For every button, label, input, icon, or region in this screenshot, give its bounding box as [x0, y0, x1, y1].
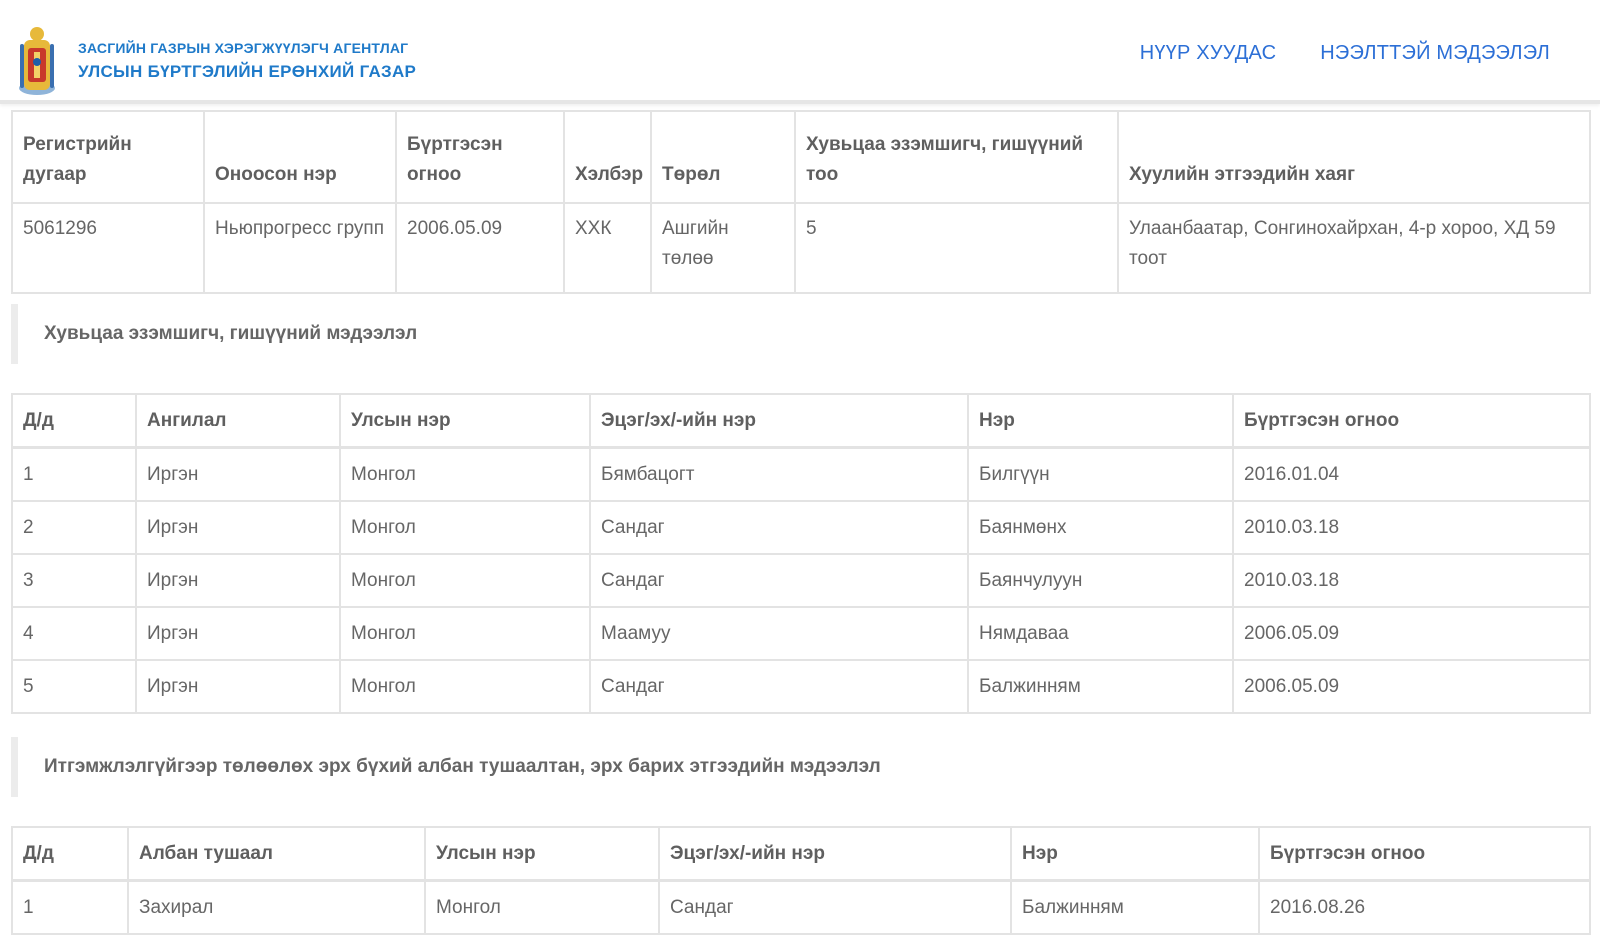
- table-cell: Иргэн: [135, 500, 341, 555]
- table-cell: Монгол: [339, 659, 591, 714]
- column-header: Нэр: [967, 393, 1234, 449]
- agency-line-1: ЗАСГИЙН ГАЗРЫН ХЭРЭГЖҮҮЛЭГЧ АГЕНТЛАГ: [78, 40, 409, 56]
- table-cell: 5061296: [11, 202, 205, 294]
- table-cell: 5: [11, 659, 137, 714]
- column-header: Д/д: [11, 826, 129, 882]
- table-header-row: Регистрийн дугаар Оноосон нэр Бүртгэсэн …: [11, 110, 1591, 204]
- agency-line-2: УЛСЫН БҮРТГЭЛИЙН ЕРӨНХИЙ ГАЗАР: [78, 62, 417, 81]
- table-cell: 2: [11, 500, 137, 555]
- table-cell: Сандаг: [658, 879, 1012, 935]
- table-row: 1 Иргэн Монгол Бямбацогт Билгүүн 2016.01…: [11, 446, 1591, 502]
- column-header: Улсын нэр: [339, 393, 591, 449]
- nav-open-data-link[interactable]: НЭЭЛТТЭЙ МЭДЭЭЛЭЛ: [1320, 42, 1550, 65]
- column-header: Нэр: [1010, 826, 1260, 882]
- table-cell: Монгол: [339, 606, 591, 661]
- agency-name: ЗАСГИЙН ГАЗРЫН ХЭРЭГЖҮҮЛЭГЧ АГЕНТЛАГ УЛС…: [78, 40, 416, 82]
- table-cell: Балжинням: [967, 659, 1234, 714]
- table-row: 2 Иргэн Монгол Сандаг Баянмөнх 2010.03.1…: [11, 500, 1591, 555]
- officials-table: Д/д Албан тушаал Улсын нэр Эцэг/эх/-ийн …: [11, 826, 1591, 935]
- table-cell: 2010.03.18: [1232, 500, 1591, 555]
- table-row: 4 Иргэн Монгол Маамуу Нямдаваа 2006.05.0…: [11, 606, 1591, 661]
- column-header: Албан тушаал: [127, 826, 426, 882]
- column-header: Бүртгэсэн огноо: [1232, 393, 1591, 449]
- column-header: Бүртгэсэн огноо: [395, 110, 565, 204]
- table-cell: Сандаг: [589, 553, 969, 608]
- table-cell: 2010.03.18: [1232, 553, 1591, 608]
- table-cell: Иргэн: [135, 659, 341, 714]
- table-header-row: Д/д Албан тушаал Улсын нэр Эцэг/эх/-ийн …: [11, 826, 1591, 882]
- table-cell: 2006.05.09: [1232, 606, 1591, 661]
- table-cell: 2006.05.09: [395, 202, 565, 294]
- table-cell: Сандаг: [589, 659, 969, 714]
- section-title-officials: Итгэмжлэлгүйгээр төлөөлөх эрх бүхий алба…: [11, 737, 1244, 797]
- table-cell: 2016.08.26: [1258, 879, 1591, 935]
- table-cell: Маамуу: [589, 606, 969, 661]
- column-header: Ангилал: [135, 393, 341, 449]
- table-cell: Монгол: [424, 879, 660, 935]
- table-cell: Сандаг: [589, 500, 969, 555]
- table-cell: ХХК: [563, 202, 652, 294]
- nav-home-link[interactable]: НҮҮР ХУУДАС: [1140, 42, 1277, 65]
- soyombo-emblem-logo[interactable]: [14, 22, 60, 98]
- table-cell: Иргэн: [135, 553, 341, 608]
- column-header: Регистрийн дугаар: [11, 110, 205, 204]
- table-cell: Ньюпрогресс групп: [203, 202, 397, 294]
- column-header: Бүртгэсэн огноо: [1258, 826, 1591, 882]
- column-header: Эцэг/эх/-ийн нэр: [658, 826, 1012, 882]
- table-cell: Монгол: [339, 446, 591, 502]
- table-row: 3 Иргэн Монгол Сандаг Баянчулуун 2010.03…: [11, 553, 1591, 608]
- main-nav: НҮҮР ХУУДАС НЭЭЛТТЭЙ МЭДЭЭЛЭЛ: [1140, 42, 1550, 65]
- table-cell: Монгол: [339, 553, 591, 608]
- column-header: Хуулийн этгээдийн хаяг: [1117, 110, 1591, 204]
- column-header: Улсын нэр: [424, 826, 660, 882]
- table-cell: Улаанбаатар, Сонгинохайрхан, 4-р хороо, …: [1117, 202, 1591, 294]
- table-cell: 2006.05.09: [1232, 659, 1591, 714]
- table-cell: Иргэн: [135, 446, 341, 502]
- table-cell: Баянмөнх: [967, 500, 1234, 555]
- table-cell: 2016.01.04: [1232, 446, 1591, 502]
- table-cell: Билгүүн: [967, 446, 1234, 502]
- table-row: 5061296 Ньюпрогресс групп 2006.05.09 ХХК…: [11, 202, 1591, 294]
- column-header: Эцэг/эх/-ийн нэр: [589, 393, 969, 449]
- table-cell: Балжинням: [1010, 879, 1260, 935]
- site-header: ЗАСГИЙН ГАЗРЫН ХЭРЭГЖҮҮЛЭГЧ АГЕНТЛАГ УЛС…: [0, 0, 1600, 104]
- table-cell: Захирал: [127, 879, 426, 935]
- table-cell: 3: [11, 553, 137, 608]
- company-info-table: Регистрийн дугаар Оноосон нэр Бүртгэсэн …: [11, 110, 1591, 294]
- table-cell: Нямдаваа: [967, 606, 1234, 661]
- column-header: Оноосон нэр: [203, 110, 397, 204]
- column-header: Д/д: [11, 393, 137, 449]
- table-cell: Ашгийн төлөө: [650, 202, 796, 294]
- table-cell: Иргэн: [135, 606, 341, 661]
- table-cell: Бямбацогт: [589, 446, 969, 502]
- column-header: Төрөл: [650, 110, 796, 204]
- table-header-row: Д/д Ангилал Улсын нэр Эцэг/эх/-ийн нэр Н…: [11, 393, 1591, 449]
- table-cell: 5: [794, 202, 1119, 294]
- column-header: Хувьцаа эзэмшигч, гишүүний тоо: [794, 110, 1119, 204]
- table-cell: Монгол: [339, 500, 591, 555]
- table-cell: Баянчулуун: [967, 553, 1234, 608]
- shareholders-table: Д/д Ангилал Улсын нэр Эцэг/эх/-ийн нэр Н…: [11, 393, 1591, 714]
- column-header: Хэлбэр: [563, 110, 652, 204]
- table-cell: 1: [11, 446, 137, 502]
- table-cell: 1: [11, 879, 129, 935]
- table-cell: 4: [11, 606, 137, 661]
- section-title-shareholders: Хувьцаа эзэмшигч, гишүүний мэдээлэл: [11, 304, 744, 364]
- table-row: 1 Захирал Монгол Сандаг Балжинням 2016.0…: [11, 879, 1591, 935]
- table-row: 5 Иргэн Монгол Сандаг Балжинням 2006.05.…: [11, 659, 1591, 714]
